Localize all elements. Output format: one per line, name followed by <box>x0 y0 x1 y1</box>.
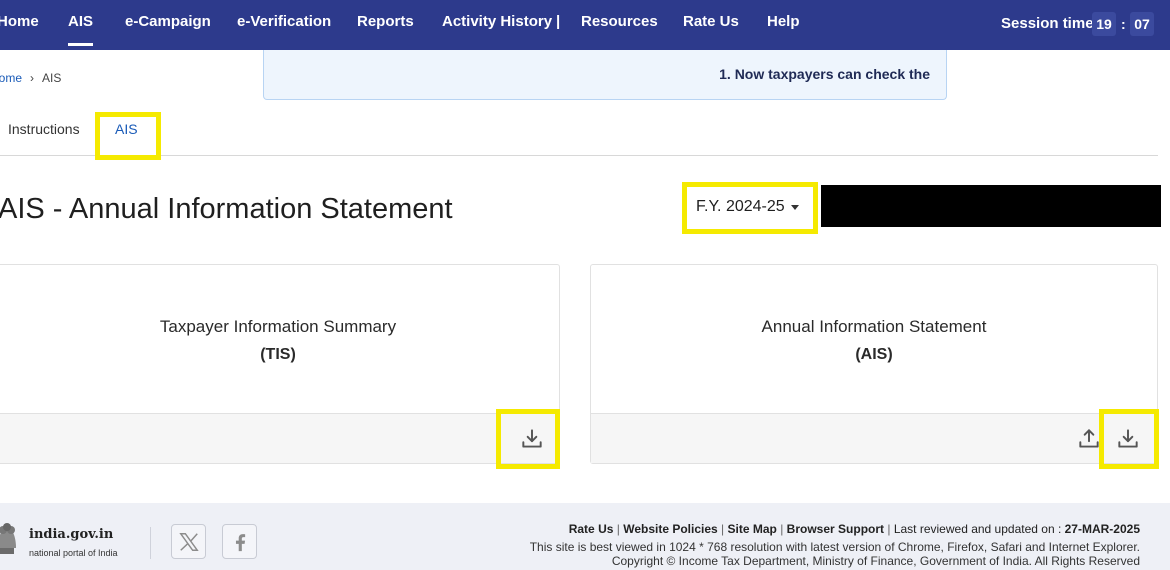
breadcrumb-separator: › <box>30 71 34 85</box>
footer-link-browser-support[interactable]: Browser Support <box>787 522 884 536</box>
tis-card-subtitle: (TIS) <box>260 346 296 363</box>
page-title: AIS - Annual Information Statement <box>0 193 453 225</box>
tis-card-title: Taxpayer Information Summary <box>159 317 397 336</box>
nav-e-campaign[interactable]: e-Campaign <box>125 0 211 50</box>
ais-card-footer <box>591 413 1157 463</box>
tis-card-footer <box>0 413 559 463</box>
nav-separator: | <box>556 13 561 30</box>
nav-reports[interactable]: Reports <box>357 0 414 50</box>
india-gov-subtitle: national portal of India <box>29 548 118 558</box>
top-navbar: Home AIS e-Campaign e-Verification Repor… <box>0 0 1170 50</box>
nav-activity-history[interactable]: Activity History <box>442 0 552 50</box>
x-twitter-icon[interactable] <box>171 524 206 559</box>
session-minutes: 19 <box>1092 12 1116 36</box>
footer-link-website-policies[interactable]: Website Policies <box>623 522 717 536</box>
india-gov-link[interactable]: india.gov.in <box>29 527 113 542</box>
footer-link-separator: | <box>721 522 725 536</box>
nav-resources[interactable]: Resources <box>581 0 658 50</box>
tabs-divider <box>0 155 1158 156</box>
footer: india.gov.in national portal of India Ra… <box>0 503 1170 570</box>
copyright-text: Copyright © Income Tax Department, Minis… <box>611 554 1140 568</box>
nav-home[interactable]: Home <box>0 0 39 50</box>
download-icon[interactable] <box>1115 426 1141 452</box>
national-emblem-icon <box>0 523 16 554</box>
facebook-icon[interactable] <box>222 524 257 559</box>
nav-rate-us[interactable]: Rate Us <box>683 0 739 50</box>
fy-select-value: F.Y. 2024-25 <box>696 198 785 215</box>
breadcrumb-current: AIS <box>42 71 62 85</box>
caret-down-icon <box>791 205 799 210</box>
nav-e-verification[interactable]: e-Verification <box>237 0 331 50</box>
footer-link-site-map[interactable]: Site Map <box>728 522 777 536</box>
announcement-banner: 1. Now taxpayers can check the <box>263 50 947 100</box>
session-seconds: 07 <box>1130 12 1154 36</box>
footer-link-separator: | <box>780 522 784 536</box>
nav-help[interactable]: Help <box>767 0 800 50</box>
download-icon[interactable] <box>519 426 545 452</box>
footer-link-rate-us[interactable]: Rate Us <box>569 522 614 536</box>
ais-card-title: Annual Information Statement <box>761 317 987 336</box>
footer-divider <box>150 527 151 559</box>
session-time-label: Session time <box>1001 15 1094 32</box>
footer-links: Rate Us | Website Policies | Site Map | … <box>569 522 1140 536</box>
browser-note: This site is best viewed in 1024 * 768 r… <box>529 540 1140 554</box>
breadcrumb-home[interactable]: Home <box>0 71 22 85</box>
nav-ais[interactable]: AIS <box>68 0 94 50</box>
tis-card: Taxpayer Information Summary (TIS) <box>0 264 560 464</box>
last-reviewed-label: Last reviewed and updated on : <box>893 522 1065 536</box>
footer-link-separator: | <box>887 522 891 536</box>
footer-link-separator: | <box>616 522 620 536</box>
fy-select[interactable]: F.Y. 2024-25 <box>690 190 810 226</box>
last-reviewed-date: 27-MAR-2025 <box>1064 522 1140 536</box>
tab-instructions[interactable]: Instructions <box>8 121 80 137</box>
upload-icon[interactable] <box>1076 426 1102 452</box>
ais-card-subtitle: (AIS) <box>855 346 893 363</box>
tab-ais[interactable]: AIS <box>115 121 138 137</box>
redacted-area <box>821 185 1161 227</box>
session-colon: : <box>1121 16 1126 32</box>
ais-card: Annual Information Statement (AIS) <box>590 264 1158 464</box>
announcement-text[interactable]: 1. Now taxpayers can check the <box>719 66 930 82</box>
